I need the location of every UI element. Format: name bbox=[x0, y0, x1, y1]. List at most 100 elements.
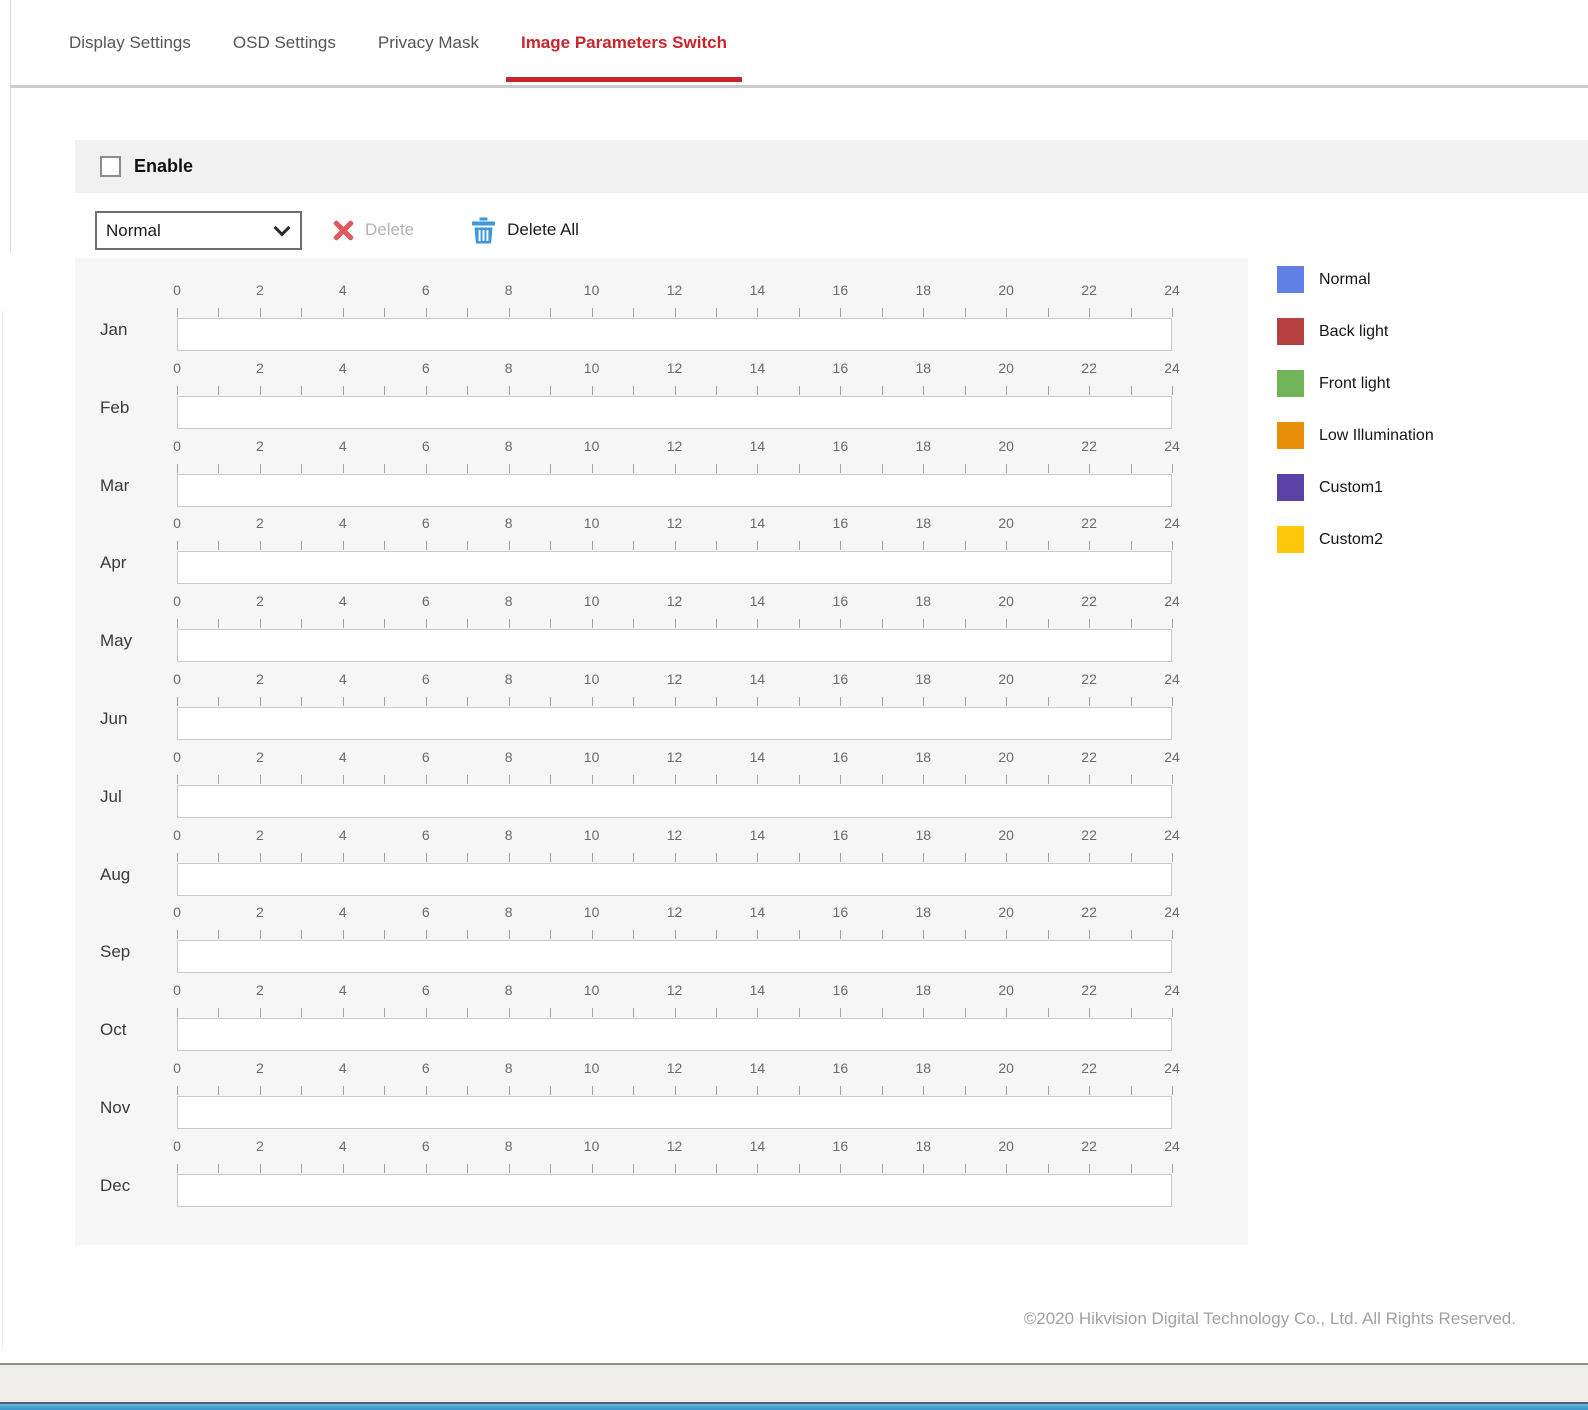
hour-label: 22 bbox=[1081, 515, 1097, 532]
hour-tick bbox=[923, 463, 925, 473]
timeline-bar[interactable] bbox=[177, 1018, 1172, 1052]
hour-label: 16 bbox=[832, 748, 849, 765]
tab-display-settings[interactable]: Display Settings bbox=[48, 33, 212, 53]
timeline-bar[interactable] bbox=[177, 784, 1172, 818]
hour-tick bbox=[591, 1008, 593, 1018]
timeline-track[interactable]: 0 2 4 6 8 10 12 14 16 18 20 22 24 bbox=[173, 904, 1180, 982]
timeline-bar[interactable] bbox=[177, 707, 1172, 740]
schedule-month-row: Jan 0 2 4 6 8 10 12 14 16 18 20 22 24 bbox=[75, 282, 1248, 360]
hour-tick bbox=[881, 463, 883, 473]
hour-tick bbox=[633, 385, 635, 395]
legend-color-swatch bbox=[1277, 474, 1304, 501]
hour-tick bbox=[550, 308, 552, 317]
hour-label: 2 bbox=[256, 1060, 264, 1076]
hour-tick bbox=[218, 385, 220, 395]
tab-privacy-mask[interactable]: Privacy Mask bbox=[357, 33, 500, 53]
hour-tick bbox=[259, 463, 261, 473]
hour-label: 18 bbox=[915, 437, 932, 454]
hour-label: 12 bbox=[666, 1060, 683, 1076]
hour-label: 12 bbox=[666, 437, 683, 454]
hour-label: 18 bbox=[915, 593, 932, 610]
delete-button-label: Delete bbox=[365, 220, 415, 239]
hour-tick bbox=[923, 385, 925, 395]
hour-tick bbox=[1172, 852, 1173, 862]
timeline-bar[interactable] bbox=[177, 862, 1172, 896]
timeline-bar[interactable] bbox=[177, 1173, 1172, 1207]
hour-tick bbox=[1089, 1086, 1091, 1095]
hour-label: 0 bbox=[173, 748, 181, 765]
timeline-bar[interactable] bbox=[177, 1096, 1172, 1129]
timeline-bar[interactable] bbox=[177, 940, 1172, 974]
month-label: Jun bbox=[100, 709, 128, 728]
tab-osd-settings[interactable]: OSD Settings bbox=[212, 33, 357, 53]
legend-label: Custom2 bbox=[1319, 530, 1384, 548]
timeline-track[interactable]: 0 2 4 6 8 10 12 14 16 18 20 22 24 bbox=[173, 1060, 1180, 1138]
hour-label: 10 bbox=[583, 748, 600, 765]
hour-tick bbox=[923, 541, 925, 551]
schedule-month-row: Apr 0 2 4 6 8 10 12 14 16 18 20 22 24 bbox=[75, 515, 1248, 593]
timeline-track[interactable]: 0 2 4 6 8 10 12 14 16 18 20 22 24 bbox=[173, 437, 1180, 516]
hour-label: 18 bbox=[915, 359, 932, 376]
hour-label: 2 bbox=[256, 671, 264, 687]
delete-all-button[interactable]: Delete All bbox=[471, 217, 579, 244]
hour-tick bbox=[218, 619, 220, 629]
timeline-track[interactable]: 0 2 4 6 8 10 12 14 16 18 20 22 24 bbox=[173, 282, 1180, 360]
schedule-month-row: Nov 0 2 4 6 8 10 12 14 16 18 20 22 24 bbox=[75, 1060, 1248, 1138]
timeline-bar[interactable] bbox=[177, 473, 1172, 507]
hour-tick bbox=[1089, 697, 1091, 706]
timeline-track[interactable]: 0 2 4 6 8 10 12 14 16 18 20 22 24 bbox=[173, 359, 1180, 438]
timeline-track[interactable]: 0 2 4 6 8 10 12 14 16 18 20 22 24 bbox=[173, 982, 1180, 1060]
hour-tick bbox=[798, 1008, 800, 1018]
hour-tick bbox=[840, 619, 842, 629]
hour-label: 6 bbox=[421, 748, 430, 765]
delete-x-icon bbox=[332, 219, 355, 242]
hour-tick bbox=[384, 1008, 386, 1018]
timeline-bar[interactable] bbox=[177, 395, 1172, 429]
hour-label: 4 bbox=[338, 904, 347, 921]
hour-tick bbox=[1172, 1008, 1173, 1018]
hour-tick bbox=[342, 1008, 344, 1018]
timeline-track[interactable]: 0 2 4 6 8 10 12 14 16 18 20 22 24 bbox=[173, 515, 1180, 593]
hour-label: 18 bbox=[915, 515, 932, 532]
hour-tick bbox=[218, 463, 220, 473]
timeline-bar[interactable] bbox=[177, 318, 1172, 351]
hour-label: 24 bbox=[1164, 437, 1180, 454]
hour-tick bbox=[1172, 463, 1173, 473]
timeline-track[interactable]: 0 2 4 6 8 10 12 14 16 18 20 22 24 bbox=[173, 1138, 1180, 1216]
hour-label: 0 bbox=[173, 826, 181, 843]
month-label: May bbox=[100, 631, 133, 651]
hour-tick bbox=[964, 308, 966, 317]
hour-label: 10 bbox=[583, 282, 600, 298]
hour-label: 16 bbox=[832, 282, 849, 298]
schedule-month-row: Mar 0 2 4 6 8 10 12 14 16 18 20 22 24 bbox=[75, 438, 1248, 516]
enable-checkbox[interactable] bbox=[100, 156, 121, 177]
tab-image-parameters-switch[interactable]: Image Parameters Switch bbox=[500, 33, 748, 82]
hour-tick bbox=[1089, 308, 1091, 317]
timeline-track[interactable]: 0 2 4 6 8 10 12 14 16 18 20 22 24 bbox=[173, 593, 1180, 671]
hour-tick bbox=[1172, 1163, 1173, 1173]
hour-tick bbox=[798, 1086, 800, 1095]
delete-button[interactable]: Delete bbox=[332, 219, 414, 242]
hour-tick bbox=[757, 619, 759, 629]
hour-label: 16 bbox=[832, 593, 849, 610]
hour-tick bbox=[757, 385, 759, 395]
hour-label: 8 bbox=[504, 748, 513, 765]
hour-tick bbox=[1130, 619, 1132, 629]
hour-tick bbox=[757, 1086, 759, 1095]
hour-tick bbox=[923, 852, 925, 862]
hour-label: 22 bbox=[1081, 593, 1097, 610]
timeline-bar[interactable] bbox=[177, 551, 1172, 585]
hour-tick bbox=[1130, 1086, 1132, 1095]
timeline-track[interactable]: 0 2 4 6 8 10 12 14 16 18 20 22 24 bbox=[173, 827, 1180, 905]
mode-select[interactable]: Normal bbox=[95, 210, 302, 250]
timeline-bar[interactable] bbox=[177, 629, 1172, 663]
hour-tick bbox=[923, 619, 925, 629]
hour-tick bbox=[550, 541, 552, 551]
timeline-track[interactable]: 0 2 4 6 8 10 12 14 16 18 20 22 24 bbox=[173, 748, 1180, 827]
hour-label: 10 bbox=[583, 359, 600, 376]
timeline-track[interactable]: 0 2 4 6 8 10 12 14 16 18 20 22 24 bbox=[173, 671, 1180, 749]
hour-tick bbox=[550, 930, 552, 940]
hour-tick bbox=[715, 697, 717, 706]
hour-tick bbox=[384, 852, 386, 862]
copyright-text: ©2020 Hikvision Digital Technology Co., … bbox=[1023, 1309, 1516, 1328]
